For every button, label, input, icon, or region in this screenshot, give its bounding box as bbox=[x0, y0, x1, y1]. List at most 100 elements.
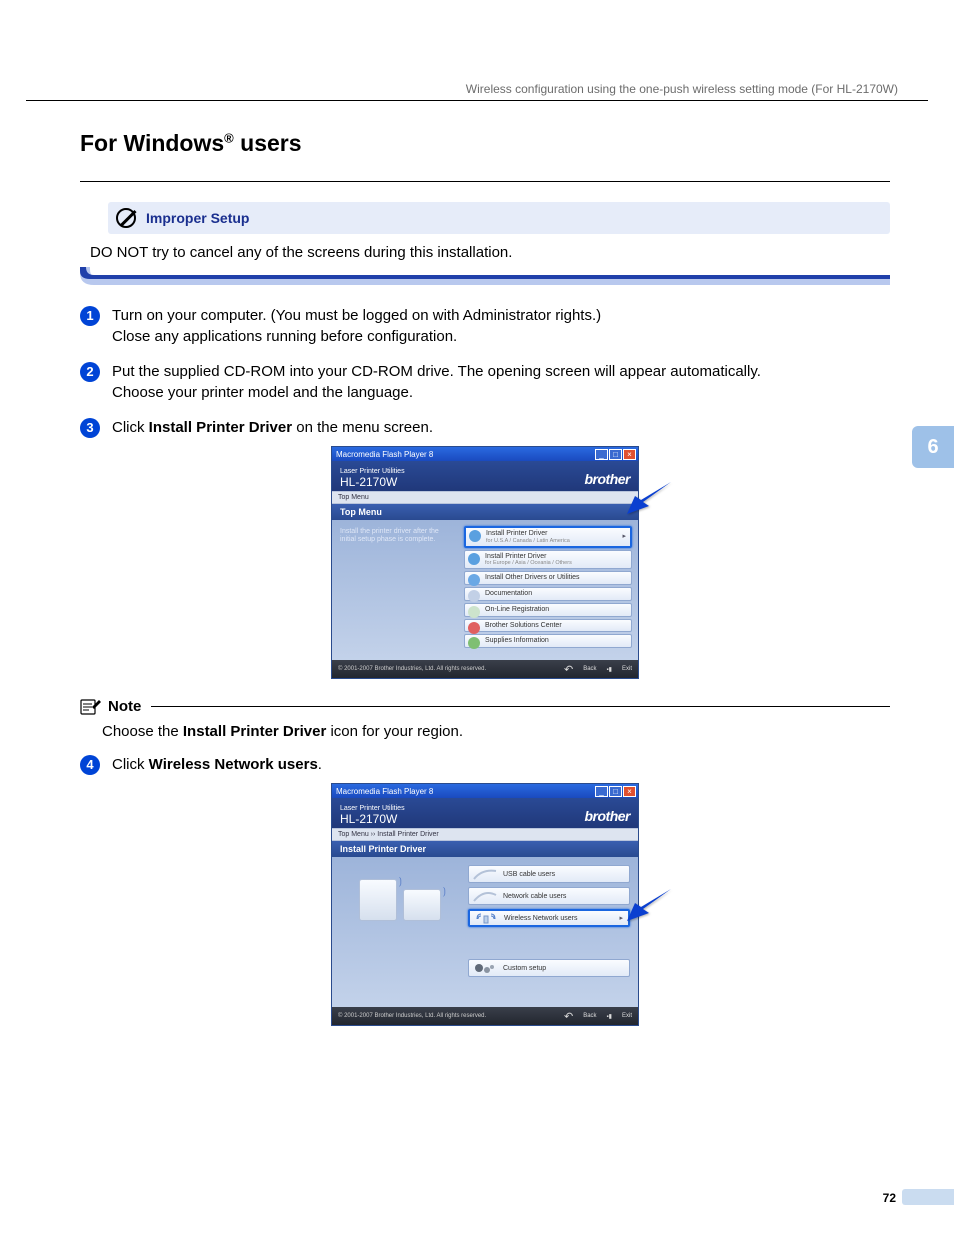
page-number: 72 bbox=[883, 1191, 896, 1205]
option-custom[interactable]: Custom setup bbox=[468, 959, 630, 977]
menu-item-subtext: for U.S.A / Canada / Latin America bbox=[486, 538, 626, 544]
wifi-icon: ⟯ bbox=[443, 886, 446, 897]
step-number-3: 3 bbox=[80, 418, 100, 438]
wifi-icon: ⟯ bbox=[399, 876, 402, 887]
step-4: 4 Click Wireless Network users. bbox=[80, 754, 890, 775]
step-number-4: 4 bbox=[80, 755, 100, 775]
step-2: 2 Put the supplied CD-ROM into your CD-R… bbox=[80, 361, 890, 403]
maximize-icon[interactable]: □ bbox=[609, 786, 622, 797]
improper-setup-body: DO NOT try to cancel any of the screens … bbox=[90, 244, 890, 261]
brother-logo: brother bbox=[585, 471, 631, 487]
menu-item[interactable]: Documentation bbox=[464, 587, 632, 601]
close-icon[interactable]: × bbox=[623, 786, 636, 797]
step-number-2: 2 bbox=[80, 362, 100, 382]
improper-setup-curve bbox=[80, 267, 890, 291]
menu-item-icon bbox=[468, 590, 480, 602]
improper-setup-box: Improper Setup DO NOT try to cancel any … bbox=[80, 202, 890, 291]
back-button[interactable]: Back bbox=[583, 1013, 596, 1019]
menu-item[interactable]: Supplies Information bbox=[464, 634, 632, 648]
menu-item-label: Install Printer Driver bbox=[485, 553, 627, 561]
step-4-text: Click Wireless Network users. bbox=[112, 754, 322, 775]
exit-button[interactable]: Exit bbox=[622, 666, 632, 672]
note-body-post: icon for your region. bbox=[326, 723, 463, 740]
chevron-right-icon: ▸ bbox=[619, 914, 623, 922]
option-usb[interactable]: USB cable users bbox=[468, 865, 630, 883]
step-1: 1 Turn on your computer. (You must be lo… bbox=[80, 305, 890, 347]
step-4-post: . bbox=[318, 756, 322, 773]
menu-item-icon bbox=[469, 530, 481, 542]
header-rule bbox=[26, 100, 928, 101]
back-arrow-icon[interactable]: ↶ bbox=[564, 1010, 573, 1023]
step-3-post: on the menu screen. bbox=[292, 419, 433, 436]
window-title: Macromedia Flash Player 8 bbox=[336, 450, 433, 459]
window-buttons: _ □ × bbox=[595, 449, 636, 460]
window-footer: © 2001-2007 Brother Industries, Ltd. All… bbox=[332, 1007, 638, 1025]
section-title: For Windows® users bbox=[80, 130, 890, 157]
prohibit-icon bbox=[116, 208, 136, 228]
usb-cable-icon bbox=[472, 867, 498, 881]
menu-item[interactable]: On-Line Registration bbox=[464, 603, 632, 617]
brand-header: Laser Printer Utilities HL-2170W brother bbox=[332, 798, 638, 828]
copyright: © 2001-2007 Brother Industries, Ltd. All… bbox=[338, 1013, 486, 1019]
note-box: Note Choose the Install Printer Driver i… bbox=[80, 697, 890, 740]
brand-model: HL-2170W bbox=[340, 476, 405, 489]
menu-item-label: Supplies Information bbox=[485, 637, 627, 645]
brand-model: HL-2170W bbox=[340, 813, 405, 826]
screenshot-install-driver: Macromedia Flash Player 8 _ □ × Laser Pr… bbox=[331, 783, 639, 1026]
window-title: Macromedia Flash Player 8 bbox=[336, 787, 433, 796]
option-usb-label: USB cable users bbox=[503, 871, 555, 878]
screenshot-top-menu: Macromedia Flash Player 8 _ □ × Laser Pr… bbox=[331, 446, 639, 679]
step-3-pre: Click bbox=[112, 419, 149, 436]
option-wireless[interactable]: Wireless Network users ▸ bbox=[468, 909, 630, 927]
brand-header: Laser Printer Utilities HL-2170W brother bbox=[332, 461, 638, 491]
running-header: Wireless configuration using the one-pus… bbox=[466, 82, 898, 96]
registered-mark: ® bbox=[224, 130, 234, 145]
laptop-icon: ⟯ bbox=[403, 889, 441, 921]
window-body: ⟯ ⟯ USB cable users bbox=[332, 857, 638, 1007]
menu-item[interactable]: Install Other Drivers or Utilities bbox=[464, 571, 632, 585]
callout-arrow-icon bbox=[627, 889, 671, 926]
chevron-right-icon: ▸ bbox=[622, 533, 626, 541]
step-2-text: Put the supplied CD-ROM into your CD-ROM… bbox=[112, 361, 761, 403]
menu-item[interactable]: Brother Solutions Center bbox=[464, 619, 632, 633]
spacer bbox=[468, 931, 630, 955]
title-suffix: users bbox=[234, 130, 302, 156]
close-icon[interactable]: × bbox=[623, 449, 636, 460]
back-button[interactable]: Back bbox=[583, 666, 596, 672]
step-3: 3 Click Install Printer Driver on the me… bbox=[80, 417, 890, 438]
breadcrumb: Top Menu bbox=[332, 491, 638, 504]
exit-separator-icon: ▪▮ bbox=[607, 666, 612, 673]
title-prefix: For Windows bbox=[80, 130, 224, 156]
note-body-bold: Install Printer Driver bbox=[183, 723, 326, 740]
step-2-line2: Choose your printer model and the langua… bbox=[112, 384, 413, 401]
copyright: © 2001-2007 Brother Industries, Ltd. All… bbox=[338, 666, 486, 672]
options-column: USB cable users Network cable users bbox=[468, 865, 630, 977]
window-titlebar: Macromedia Flash Player 8 _ □ × bbox=[332, 784, 638, 798]
back-arrow-icon[interactable]: ↶ bbox=[564, 663, 573, 676]
option-wireless-label: Wireless Network users bbox=[504, 915, 578, 922]
step-2-line1: Put the supplied CD-ROM into your CD-ROM… bbox=[112, 363, 761, 380]
note-header: Note bbox=[80, 697, 890, 715]
minimize-icon[interactable]: _ bbox=[595, 786, 608, 797]
menu-item-label: Documentation bbox=[485, 590, 627, 598]
note-icon bbox=[80, 697, 102, 715]
window-footer: © 2001-2007 Brother Industries, Ltd. All… bbox=[332, 660, 638, 678]
exit-button[interactable]: Exit bbox=[622, 1013, 632, 1019]
improper-setup-label: Improper Setup bbox=[146, 210, 249, 226]
brother-logo: brother bbox=[585, 808, 631, 824]
menu-item[interactable]: Install Printer Driverfor U.S.A / Canada… bbox=[464, 526, 632, 548]
menu-item-icon bbox=[468, 637, 480, 649]
minimize-icon[interactable]: _ bbox=[595, 449, 608, 460]
option-network-cable[interactable]: Network cable users bbox=[468, 887, 630, 905]
menu-item-label: Install Other Drivers or Utilities bbox=[485, 574, 627, 582]
menu-item-icon bbox=[468, 606, 480, 618]
menu-item-subtext: for Europe / Asia / Oceania / Others bbox=[485, 560, 627, 566]
step-3-bold: Install Printer Driver bbox=[149, 419, 292, 436]
menu-item-icon bbox=[468, 574, 480, 586]
breadcrumb: Top Menu ›› Install Printer Driver bbox=[332, 828, 638, 841]
option-custom-label: Custom setup bbox=[503, 965, 546, 972]
window-body: Install the printer driver after the ini… bbox=[332, 520, 638, 660]
menu-item[interactable]: Install Printer Driverfor Europe / Asia … bbox=[464, 550, 632, 570]
maximize-icon[interactable]: □ bbox=[609, 449, 622, 460]
menu-item-label: Brother Solutions Center bbox=[485, 622, 627, 630]
